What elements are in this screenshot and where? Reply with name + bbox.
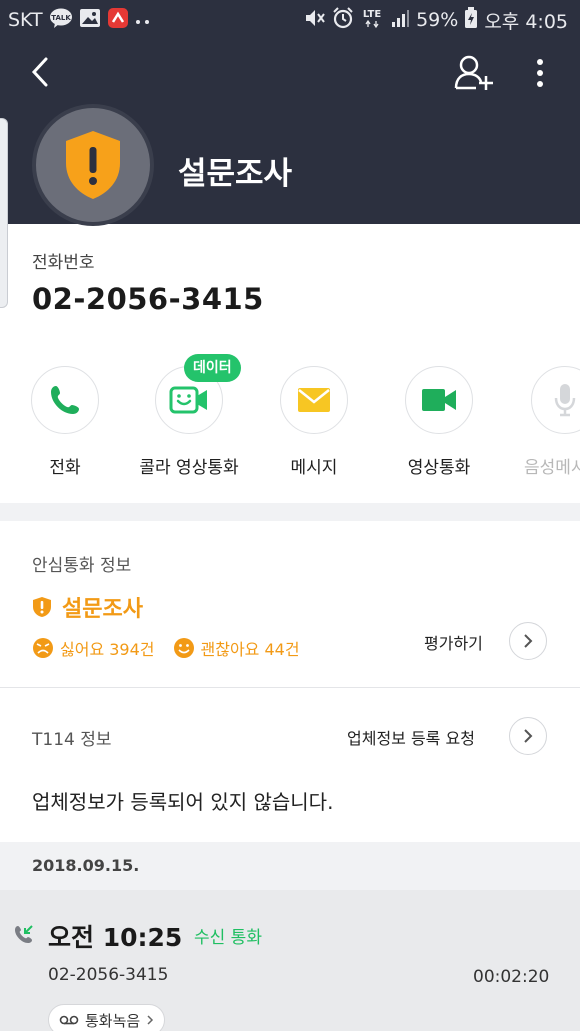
mute-icon: [304, 8, 326, 32]
signal-icon: [390, 8, 410, 32]
message-button[interactable]: [280, 366, 348, 434]
contact-name: 설문조사: [178, 156, 293, 192]
voice-message-action[interactable]: 음성메시: [500, 360, 580, 480]
like-label: 괜찮아요 44건: [200, 640, 300, 659]
back-arrow-icon: [31, 57, 48, 87]
dislike-count: 싫어요 394건: [32, 636, 155, 660]
rate-link[interactable]: 평가하기: [424, 630, 483, 654]
status-bar-right: LTE 59% 오후 4:05: [304, 7, 568, 33]
action-label-video-call: 영상통화: [407, 458, 471, 478]
contact-detail-screen: SKT TALK LTE 59% 오후 4:05 설문조사 전화번호 02-20…: [0, 0, 580, 1031]
lte-icon: LTE: [360, 7, 384, 33]
t114-title: T114 정보: [32, 730, 112, 750]
call-recording-button[interactable]: 통화녹음: [48, 1004, 166, 1031]
app-icon: [107, 7, 129, 33]
add-contact-button[interactable]: [454, 54, 496, 94]
video-call-button[interactable]: [405, 366, 473, 434]
section-divider-line: [0, 687, 580, 688]
like-count: 괜찮아요 44건: [173, 636, 300, 660]
call-number: 02-2056-3415: [48, 965, 169, 985]
t114-arrow-button[interactable]: [509, 717, 547, 755]
call-button[interactable]: [31, 366, 99, 434]
chevron-right-icon: [524, 634, 533, 648]
action-label-call: 전화: [49, 458, 81, 478]
avatar: [32, 104, 154, 226]
add-person-icon: [454, 55, 493, 90]
history-date: 2018.09.15.: [32, 856, 140, 875]
gallery-icon: [79, 8, 101, 32]
angry-face-icon: [33, 638, 53, 658]
rate-arrow-button[interactable]: [509, 622, 547, 660]
safe-call-title: 안심통화 정보: [32, 556, 132, 576]
more-options-button[interactable]: [524, 54, 556, 94]
section-divider: [0, 503, 580, 521]
action-buttons: 전화 데이터 콜라 영상통화 메시지 영상통화 음성메시: [0, 354, 580, 490]
warning-shield-icon: [66, 131, 120, 199]
voicemail-icon: [59, 1015, 79, 1025]
call-action[interactable]: 전화: [0, 360, 130, 480]
warning-shield-icon: [33, 597, 51, 617]
t114-request-link[interactable]: 업체정보 등록 요청: [347, 725, 475, 749]
call-time: 오전 10:25: [48, 923, 183, 952]
action-label-colla-video: 콜라 영상통화: [139, 458, 239, 478]
more-vertical-icon: [537, 59, 543, 87]
call-type: 수신 통화: [194, 928, 262, 948]
battery-icon: [464, 7, 478, 33]
chevron-right-icon: [524, 729, 533, 743]
microphone-icon: [554, 384, 576, 417]
dislike-label: 싫어요 394건: [60, 640, 155, 659]
data-badge: 데이터: [184, 354, 241, 382]
more-dots-icon: [135, 11, 151, 30]
smile-face-icon: [173, 638, 194, 658]
lte-label: LTE: [363, 9, 382, 20]
colla-video-icon: [169, 386, 207, 414]
svg-text:TALK: TALK: [51, 14, 71, 22]
video-call-icon: [422, 389, 456, 411]
message-icon: [298, 388, 330, 412]
video-call-action[interactable]: 영상통화: [374, 360, 504, 480]
phone-number[interactable]: 02-2056-3415: [32, 282, 264, 316]
chevron-right-icon: [147, 1015, 154, 1025]
status-bar: SKT TALK LTE 59% 오후 4:05: [0, 0, 580, 40]
clock: 오후 4:05: [484, 10, 568, 33]
talk-icon: TALK: [49, 7, 73, 33]
battery-percent: 59%: [416, 9, 459, 31]
action-label-voice-message: 음성메시: [524, 458, 580, 478]
alarm-icon: [332, 7, 354, 33]
back-button[interactable]: [22, 54, 58, 90]
action-label-message: 메시지: [290, 458, 338, 478]
incoming-call-icon: [15, 925, 33, 943]
carrier-label: SKT: [8, 9, 43, 31]
phone-icon: [51, 386, 79, 414]
phone-label: 전화번호: [32, 253, 95, 273]
status-bar-left: SKT TALK: [8, 8, 151, 32]
colla-video-action[interactable]: 데이터 콜라 영상통화: [124, 354, 254, 480]
safe-call-name-row: 설문조사: [32, 592, 143, 622]
safe-call-name: 설문조사: [62, 597, 143, 622]
header: SKT TALK LTE 59% 오후 4:05 설문조사: [0, 0, 580, 226]
rating-summary: 싫어요 394건 괜찮아요 44건: [32, 636, 318, 660]
edge-panel-handle[interactable]: [0, 118, 8, 308]
t114-empty-message: 업체정보가 등록되어 있지 않습니다.: [32, 790, 334, 814]
call-duration: 00:02:20: [473, 967, 550, 987]
voice-message-button[interactable]: [531, 366, 580, 434]
call-recording-label: 통화녹음: [85, 1011, 141, 1030]
message-action[interactable]: 메시지: [249, 360, 379, 480]
